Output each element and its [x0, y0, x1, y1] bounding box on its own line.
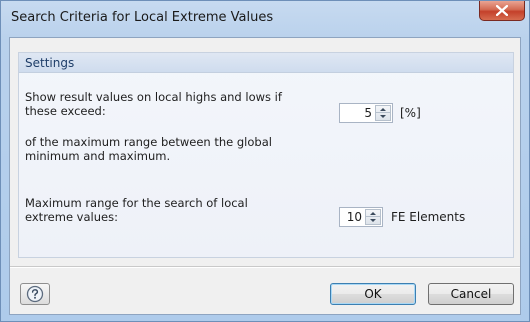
cancel-button[interactable]: Cancel: [428, 283, 514, 305]
threshold-label-line1: Show result values on local highs and lo…: [25, 90, 282, 104]
dialog-body: Settings Show result values on local hig…: [9, 37, 521, 315]
threshold-spin-buttons[interactable]: [375, 105, 391, 121]
search-range-label: Maximum range for the search of local ex…: [25, 196, 248, 224]
help-icon: [26, 285, 44, 303]
range-note-line2: minimum and maximum.: [25, 149, 171, 163]
dialog-window: Search Criteria for Local Extreme Values…: [0, 0, 530, 322]
search-range-unit: FE Elements: [391, 210, 466, 224]
spin-up-arrow-icon: [370, 212, 376, 215]
search-range-label-line2: extreme values:: [25, 210, 118, 224]
ok-button[interactable]: OK: [330, 283, 416, 305]
window-title: Search Criteria for Local Extreme Values: [11, 10, 274, 25]
threshold-spinner[interactable]: 5: [339, 103, 393, 123]
range-note: of the maximum range between the global …: [25, 135, 272, 163]
close-button[interactable]: [479, 1, 525, 21]
spin-down-arrow-icon: [380, 115, 386, 118]
search-range-spin-buttons[interactable]: [365, 209, 381, 225]
threshold-value: 5: [364, 106, 372, 120]
search-range-spin-down[interactable]: [366, 217, 380, 224]
threshold-label-line2: these exceed:: [25, 104, 106, 118]
spin-down-arrow-icon: [370, 219, 376, 222]
settings-group: Settings Show result values on local hig…: [18, 52, 514, 258]
range-note-line1: of the maximum range between the global: [25, 135, 272, 149]
threshold-unit: [%]: [400, 106, 421, 120]
help-button[interactable]: [20, 283, 50, 305]
threshold-spin-down[interactable]: [376, 113, 390, 120]
threshold-spin-up[interactable]: [376, 106, 390, 113]
search-range-label-line1: Maximum range for the search of local: [25, 196, 248, 210]
search-range-spin-up[interactable]: [366, 210, 380, 217]
search-range-value: 10: [346, 210, 362, 224]
search-range-spinner[interactable]: 10: [339, 207, 383, 227]
spin-up-arrow-icon: [380, 108, 386, 111]
settings-group-title: Settings: [25, 56, 75, 70]
settings-group-header: Settings: [19, 53, 513, 73]
threshold-label: Show result values on local highs and lo…: [25, 90, 282, 118]
close-icon: [496, 5, 508, 16]
title-bar[interactable]: Search Criteria for Local Extreme Values: [1, 1, 529, 37]
footer-separator: [10, 266, 520, 268]
